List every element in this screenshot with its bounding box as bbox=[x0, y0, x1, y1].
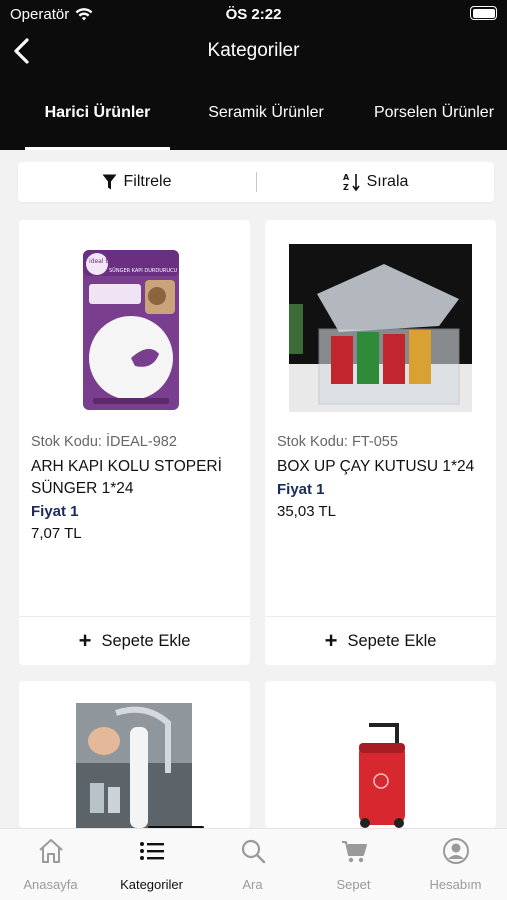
product-code: Stok Kodu: İDEAL-982 bbox=[31, 434, 177, 450]
filter-label: Filtrele bbox=[123, 173, 172, 190]
battery-icon bbox=[470, 6, 497, 20]
add-to-cart-label: Sepete Ekle bbox=[101, 631, 191, 650]
tab-label: Seramik Ürünler bbox=[208, 104, 324, 121]
product-name: BOX UP ÇAY KUTUSU 1*24 bbox=[277, 458, 475, 475]
svg-text:A: A bbox=[343, 173, 350, 182]
status-time: ÖS 2:22 bbox=[225, 6, 282, 23]
product-image bbox=[289, 244, 472, 412]
add-to-cart-button[interactable]: + Sepete Ekle bbox=[19, 617, 250, 665]
home-icon bbox=[38, 839, 63, 863]
product-price: 35,03 TL bbox=[277, 503, 336, 520]
product-card[interactable]: Stok Kodu: FT-055 BOX UP ÇAY KUTUSU 1*24… bbox=[265, 220, 496, 665]
product-name: ARH KAPI KOLU STOPERİ SÜNGER 1*24 bbox=[31, 458, 222, 497]
tab-label: Anasayfa bbox=[23, 877, 78, 892]
tab-label: Ara bbox=[242, 877, 263, 892]
plus-icon: + bbox=[78, 628, 92, 653]
tab-ara[interactable]: Ara bbox=[202, 829, 303, 900]
sort-button[interactable]: A Z Sırala bbox=[257, 162, 494, 202]
tab-kategoriler[interactable]: Kategoriler bbox=[101, 829, 202, 900]
active-tab-indicator bbox=[25, 147, 170, 150]
product-card[interactable]: ideal baby SÜNGER KAPI DURDURUCU Stok Ko… bbox=[19, 220, 250, 665]
tab-label: Hesabım bbox=[429, 877, 482, 892]
product-code: Stok Kodu: FT-055 bbox=[277, 434, 398, 450]
product-image: ideal baby SÜNGER KAPI DURDURUCU bbox=[83, 250, 179, 410]
tab-hesabim[interactable]: Hesabım bbox=[404, 829, 507, 900]
sort-label: Sırala bbox=[366, 173, 409, 190]
page-title: Kategoriler bbox=[207, 40, 300, 61]
product-card[interactable] bbox=[19, 681, 250, 828]
tab-anasayfa[interactable]: Anasayfa bbox=[0, 829, 101, 900]
tab-seramik-urunler[interactable]: Seramik Ürünler bbox=[196, 84, 336, 150]
svg-text:Z: Z bbox=[343, 183, 349, 192]
package-title: SÜNGER KAPI DURDURUCU bbox=[109, 267, 177, 274]
bottom-tab-bar: Anasayfa Kategoriler Ara Sepet Hesabım bbox=[0, 828, 507, 900]
plus-icon: + bbox=[324, 628, 338, 653]
search-icon bbox=[241, 839, 265, 864]
status-bar: Operatör ÖS 2:22 bbox=[0, 0, 507, 30]
price-label: Fiyat 1 bbox=[31, 503, 79, 520]
filter-sort-bar: Filtrele A Z Sırala bbox=[18, 162, 494, 202]
list-icon bbox=[139, 842, 164, 860]
tab-label: Porselen Ürünler bbox=[373, 104, 495, 121]
price-label: Fiyat 1 bbox=[277, 481, 325, 498]
tab-label: Harici Ürünler bbox=[44, 104, 151, 121]
filter-funnel-icon bbox=[102, 174, 117, 190]
add-to-cart-label: Sepete Ekle bbox=[347, 631, 437, 650]
package-brand: ideal baby bbox=[89, 258, 121, 265]
nav-bar: Kategoriler bbox=[0, 30, 507, 74]
tab-harici-urunler[interactable]: Harici Ürünler bbox=[25, 84, 170, 150]
account-icon bbox=[442, 838, 469, 864]
product-image bbox=[76, 703, 192, 828]
category-tabs: Harici Ürünler Seramik Ürünler Porselen … bbox=[0, 84, 507, 150]
tab-porselen-urunler[interactable]: Porselen Ürünler bbox=[366, 84, 502, 150]
cart-icon bbox=[341, 841, 367, 863]
product-image bbox=[341, 721, 421, 828]
add-to-cart-button[interactable]: + Sepete Ekle bbox=[265, 617, 496, 665]
header: Operatör ÖS 2:22 Kategoriler Harici Ürün… bbox=[0, 0, 507, 150]
product-price: 7,07 TL bbox=[31, 525, 82, 542]
product-card[interactable] bbox=[265, 681, 496, 828]
tab-label: Sepet bbox=[336, 877, 371, 892]
sort-az-icon: A Z bbox=[343, 173, 360, 192]
filter-button[interactable]: Filtrele bbox=[18, 162, 256, 202]
tab-sepet[interactable]: Sepet bbox=[303, 829, 404, 900]
tab-label: Kategoriler bbox=[120, 877, 183, 892]
